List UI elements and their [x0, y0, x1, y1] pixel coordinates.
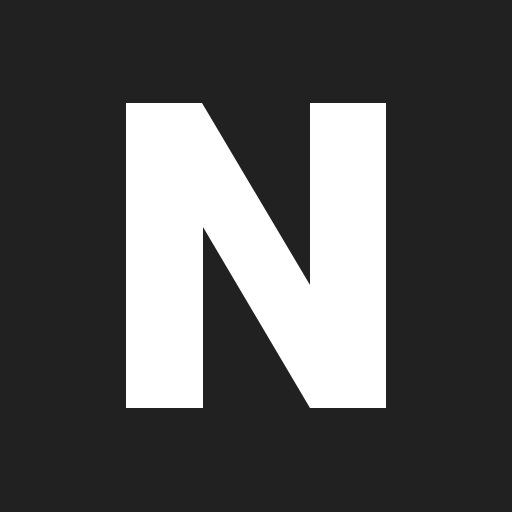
- n-letter-glyph: [126, 103, 386, 408]
- app-icon-tile: [0, 0, 512, 512]
- n-logo-icon: [126, 103, 386, 408]
